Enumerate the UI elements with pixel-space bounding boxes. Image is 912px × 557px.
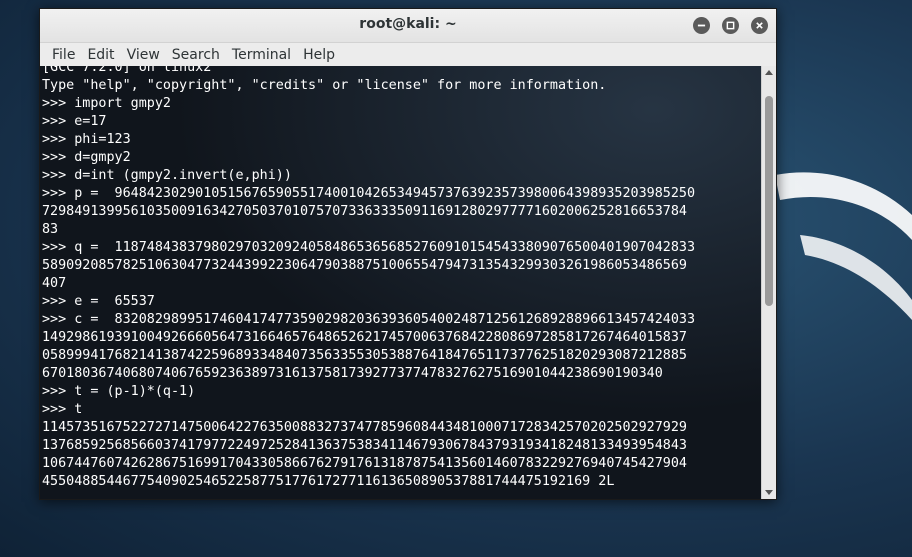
terminal-line: 7298491399561035009163427050370107570733… bbox=[42, 204, 687, 219]
scroll-up-icon[interactable] bbox=[765, 70, 773, 75]
menu-edit[interactable]: Edit bbox=[83, 47, 118, 63]
terminal-line: >>> import gmpy2 bbox=[42, 96, 171, 111]
terminal-line: >>> t = (p-1)*(q-1) bbox=[42, 384, 196, 399]
terminal-line: >>> c = 83208298995174604174773590298203… bbox=[42, 312, 696, 327]
menu-terminal[interactable]: Terminal bbox=[228, 47, 295, 63]
terminal-line: >>> t bbox=[42, 402, 83, 417]
terminal-line: >>> p = 96484230290105156765905517400104… bbox=[42, 186, 696, 201]
menu-view[interactable]: View bbox=[123, 47, 164, 63]
terminal-line: Type "help", "copyright", "credits" or "… bbox=[42, 78, 607, 93]
terminal-line: 4550488544677540902546522587751776172771… bbox=[42, 474, 615, 489]
maximize-icon[interactable] bbox=[722, 17, 739, 34]
close-icon[interactable] bbox=[751, 17, 768, 34]
terminal-line: 0589994176821413874225968933484073563355… bbox=[42, 348, 687, 363]
terminal-line: 1492986193910049266605647316646576486526… bbox=[42, 330, 687, 345]
terminal-line: 1376859256856603741797722497252841363753… bbox=[42, 438, 687, 453]
terminal-line: 1145735167522727147500642276350088327374… bbox=[42, 420, 687, 435]
title-bar[interactable]: root@kali: ~ bbox=[40, 9, 776, 43]
terminal-line: 1067447607426286751699170433058667627917… bbox=[42, 456, 687, 471]
window-controls bbox=[693, 17, 768, 34]
scroll-down-icon[interactable] bbox=[765, 490, 773, 495]
terminal-line: >>> phi=123 bbox=[42, 132, 131, 147]
terminal-line: >>> d=gmpy2 bbox=[42, 150, 131, 165]
terminal-scrollbar[interactable] bbox=[761, 66, 776, 499]
menu-help[interactable]: Help bbox=[299, 47, 339, 63]
menu-search[interactable]: Search bbox=[168, 47, 224, 63]
terminal-text: [GCC 7.2.0] on linux2 Type "help", "copy… bbox=[40, 66, 761, 491]
terminal-line: >>> q = 11874843837980297032092405848653… bbox=[42, 240, 696, 255]
menu-bar: File Edit View Search Terminal Help bbox=[40, 43, 776, 67]
terminal-line: >>> e = 65537 bbox=[42, 294, 155, 309]
terminal-line: [GCC 7.2.0] on linux2 bbox=[42, 66, 212, 75]
minimize-icon[interactable] bbox=[693, 17, 710, 34]
menu-file[interactable]: File bbox=[48, 47, 79, 63]
terminal-line: >>> e=17 bbox=[42, 114, 107, 129]
terminal-output[interactable]: [GCC 7.2.0] on linux2 Type "help", "copy… bbox=[40, 66, 761, 499]
terminal-line: 6701803674068074067659236389731613758173… bbox=[42, 366, 663, 381]
terminal-window: root@kali: ~ File Edit View Search Termi… bbox=[39, 8, 777, 500]
scrollbar-thumb[interactable] bbox=[765, 96, 773, 306]
terminal-line: >>> d=int (gmpy2.invert(e,phi)) bbox=[42, 168, 292, 183]
window-title: root@kali: ~ bbox=[359, 16, 457, 32]
terminal-line: 407 bbox=[42, 276, 67, 291]
terminal-line: 5890920857825106304773244399223064790388… bbox=[42, 258, 687, 273]
terminal-line: 83 bbox=[42, 222, 59, 237]
